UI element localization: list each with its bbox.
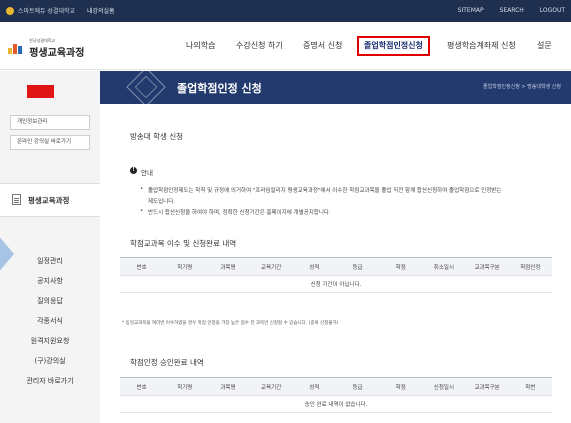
profile-manage-button[interactable]: 개인정보관리 bbox=[10, 115, 90, 130]
document-icon bbox=[12, 194, 21, 205]
top-utility-bar: 스마트에듀 성결대학교 내강의실홈 SITEMAP SEARCH LOGOUT bbox=[0, 0, 571, 22]
main-header: 한국성결대학교 평생교육과정 나의학습 수강신청 하기 증명서 신청 졸업학점인… bbox=[0, 22, 571, 70]
section-heading: 방송대 학생 신청 bbox=[130, 132, 184, 141]
nav-certificate-request[interactable]: 증명서 신청 bbox=[303, 36, 342, 56]
nav-course-registration[interactable]: 수강신청 하기 bbox=[236, 36, 283, 56]
nav-graduation-credit[interactable]: 졸업학점인정신청 bbox=[357, 36, 430, 56]
nav-my-learning[interactable]: 나의학습 bbox=[186, 36, 215, 56]
col-semester: 학기명 bbox=[163, 257, 207, 276]
col-no: 번호 bbox=[120, 257, 164, 276]
utility-links: SITEMAP SEARCH LOGOUT bbox=[444, 7, 565, 14]
col-course-type: 교과목구분 bbox=[465, 377, 509, 396]
sidebar-item-admin[interactable]: 관리자 바로가기 bbox=[0, 376, 100, 386]
col-semester: 학기명 bbox=[163, 377, 207, 396]
col-grade: 등급 bbox=[335, 377, 380, 396]
sidebar-item-forms[interactable]: 각종서식 bbox=[0, 316, 100, 326]
sidebar-menu-title: 평생교육과정 bbox=[28, 196, 70, 205]
table-header-row: 번호 학기명 과목명 교육기간 성적 등급 학점 취소일시 교과목구분 학점인정 bbox=[120, 257, 552, 276]
approved-credits-table: 번호 학기명 과목명 교육기간 성적 등급 학점 신청일시 교과목구분 학번 승… bbox=[120, 377, 552, 413]
col-no: 번호 bbox=[120, 377, 164, 396]
sidebar-item-notice[interactable]: 공지사항 bbox=[0, 276, 100, 286]
col-apply-date: 신청일시 bbox=[422, 377, 466, 396]
completed-courses-table: 번호 학기명 과목명 교육기간 성적 등급 학점 취소일시 교과목구분 학점인정… bbox=[120, 257, 552, 293]
university-name: 스마트에듀 성결대학교 bbox=[17, 8, 76, 15]
logo-title: 평생교육과정 bbox=[29, 48, 85, 59]
pointer-arrow-icon bbox=[0, 228, 14, 280]
notice-bullet: • bbox=[140, 208, 144, 214]
sidebar-item-qna[interactable]: 질의응답 bbox=[0, 296, 100, 306]
col-grade: 등급 bbox=[335, 257, 380, 276]
col-cancel-date: 취소일시 bbox=[422, 257, 466, 276]
sidebar-item-old-classroom[interactable]: (구)강의실 bbox=[0, 356, 100, 366]
breadcrumb: 졸업학점인정신청 > 방송대학생 신청 bbox=[483, 84, 561, 90]
sitemap-link[interactable]: SITEMAP bbox=[458, 7, 484, 14]
sidebar-menu-header: 평생교육과정 bbox=[0, 183, 100, 217]
col-credit-approval: 학점인정 bbox=[508, 257, 552, 276]
table-row: 승인 완료 내역이 없습니다. bbox=[120, 395, 552, 413]
col-score: 성적 bbox=[292, 257, 336, 276]
logout-link[interactable]: LOGOUT bbox=[540, 7, 565, 14]
empty-message: 신청 기간이 아닙니다. bbox=[120, 275, 552, 293]
empty-message: 승인 완료 내역이 없습니다. bbox=[120, 395, 552, 413]
col-credit: 학점 bbox=[379, 257, 423, 276]
col-score: 성적 bbox=[292, 377, 336, 396]
page-banner: 졸업학점인정 신청 졸업학점인정신청 > 방송대학생 신청 bbox=[100, 71, 571, 104]
user-name-redacted bbox=[27, 85, 54, 98]
online-classroom-button[interactable]: 온라인 강의실 바로가기 bbox=[10, 135, 90, 150]
notice-icon: ! bbox=[130, 167, 137, 174]
notice-bullet: • bbox=[140, 186, 144, 192]
notice-line-1: 졸업학점인정제도는 학칙 및 규정에 의거하여 "프라임칼리지 평생교육과정"에… bbox=[148, 188, 502, 194]
notice-title: 안내 bbox=[141, 169, 153, 177]
site-logo[interactable]: 한국성결대학교 평생교육과정 bbox=[8, 38, 84, 59]
table-header-row: 번호 학기명 과목명 교육기간 성적 등급 학점 신청일시 교과목구분 학번 bbox=[120, 377, 552, 396]
sidebar-item-remote-support[interactable]: 원격지원요청 bbox=[0, 336, 100, 346]
nav-survey[interactable]: 설문 bbox=[537, 36, 552, 56]
my-classroom-home-link[interactable]: 내강의실홈 bbox=[87, 8, 115, 15]
col-course-type: 교과목구분 bbox=[465, 257, 509, 276]
col-period: 교육기간 bbox=[249, 257, 293, 276]
col-course: 과목명 bbox=[206, 377, 250, 396]
notice-line-2: 제도입니다. bbox=[148, 199, 176, 205]
university-logo-icon bbox=[6, 6, 14, 15]
col-period: 교육기간 bbox=[249, 377, 293, 396]
logo-bars-icon bbox=[8, 43, 23, 54]
page-title: 졸업학점인정 신청 bbox=[177, 82, 262, 95]
nav-lifelong-account[interactable]: 평생학습계좌제 신청 bbox=[447, 36, 516, 56]
col-student-id: 학번 bbox=[508, 377, 552, 396]
main-content: 방송대 학생 신청 ! 안내 • 졸업학점인정제도는 학칙 및 규정에 의거하여… bbox=[100, 104, 571, 423]
sidebar-item-schedule[interactable]: 일정관리 bbox=[0, 256, 100, 266]
footnote: * 동일교과목을 여러번 이수하였을 경우 학점 인정을 가장 높은 점수 한 … bbox=[122, 321, 339, 326]
table1-title: 학점교과목 이수 및 신청완료 내역 bbox=[130, 239, 237, 248]
col-credit: 학점 bbox=[379, 377, 423, 396]
search-link[interactable]: SEARCH bbox=[500, 7, 524, 14]
table2-title: 학점인정 승인완료 내역 bbox=[130, 358, 204, 367]
brand-area[interactable]: 스마트에듀 성결대학교 내강의실홈 bbox=[6, 6, 115, 15]
left-sidebar: 개인정보관리 온라인 강의실 바로가기 평생교육과정 일정관리 공지사항 질의응… bbox=[0, 71, 100, 423]
table-row: 신청 기간이 아닙니다. bbox=[120, 275, 552, 293]
col-course: 과목명 bbox=[206, 257, 250, 276]
notice-line-3: 반드시 합산신청을 하여야 하며, 정확한 신청기간은 홈페이지에 개별공지합니… bbox=[148, 210, 331, 216]
